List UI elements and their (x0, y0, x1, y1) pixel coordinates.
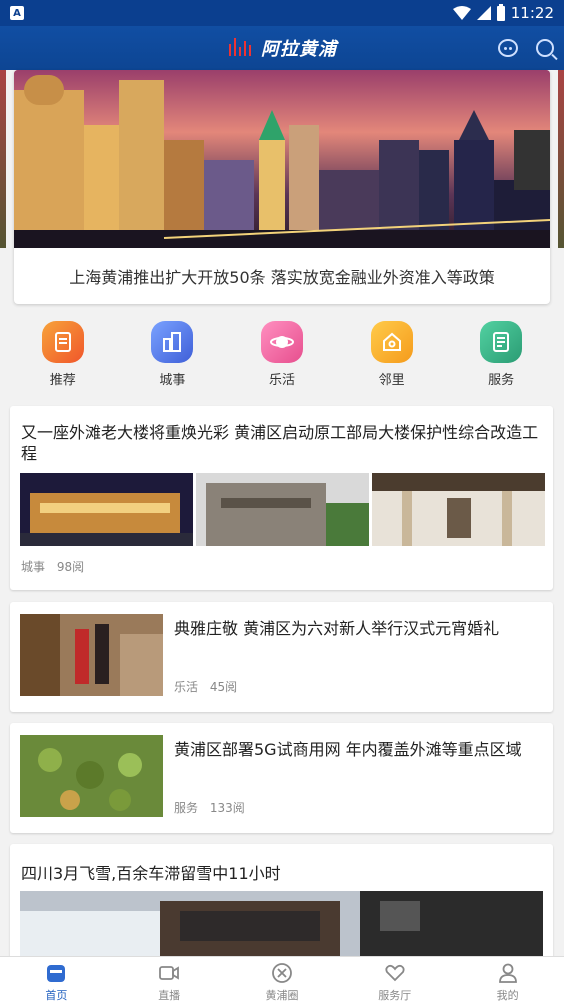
news-category: 城事 (21, 560, 46, 574)
tab-huangpu-circle[interactable]: 黄浦圈 (242, 957, 322, 1004)
category-label: 服务 (488, 373, 515, 388)
category-item-recommend[interactable]: 推荐 (23, 316, 103, 392)
signal-icon (476, 6, 491, 20)
wifi-icon (452, 6, 471, 20)
tab-label: 我的 (496, 989, 519, 1002)
news-title[interactable]: 又一座外滩老大楼将重焕光彩 黄浦区启动原工部局大楼保护性综合改造工程 (21, 422, 543, 464)
news-category: 服务 (174, 801, 199, 815)
notepad-icon (480, 321, 523, 363)
app-title: 阿拉黄浦 (261, 39, 337, 60)
news-reads: 45阅 (209, 680, 238, 694)
news-reads: 98阅 (56, 560, 85, 574)
banner-card[interactable]: 上海黄浦推出扩大开放50条 落实放宽金融业外资准入等政策 (14, 70, 550, 304)
news-card[interactable]: 黄浦区部署5G试商用网 年内覆盖外滩等重点区域 服务 133阅 (10, 723, 553, 833)
status-bar: A 11:22 (0, 0, 564, 26)
document-icon (41, 321, 84, 363)
heart-hands-icon (385, 964, 405, 982)
home-icon (370, 321, 413, 363)
category-label: 推荐 (49, 373, 76, 388)
news-thumbnail (20, 614, 163, 696)
category-label: 城事 (159, 373, 186, 388)
news-title[interactable]: 典雅庄敬 黄浦区为六对新人举行汉式元宵婚礼 (174, 618, 544, 639)
tab-label: 首页 (45, 989, 68, 1002)
category-item-service[interactable]: 服务 (461, 316, 541, 392)
tab-service-hall[interactable]: 服务厅 (355, 957, 435, 1004)
banner-peek-right (558, 70, 564, 248)
news-thumbnail (20, 735, 163, 817)
tab-label: 直播 (158, 989, 181, 1002)
news-card[interactable]: 四川3月飞雪,百余车滞留雪中11小时 (10, 844, 553, 964)
battery-icon (496, 3, 505, 21)
compass-icon (272, 963, 292, 983)
chat-icon[interactable] (498, 39, 518, 57)
news-title[interactable]: 黄浦区部署5G试商用网 年内覆盖外滩等重点区域 (174, 739, 544, 760)
category-label: 乐活 (268, 373, 295, 388)
tab-live[interactable]: 直播 (129, 957, 209, 1004)
news-reads: 133阅 (209, 801, 245, 815)
tab-label: 服务厅 (378, 989, 412, 1002)
status-time: 11:22 (510, 4, 554, 22)
banner-caption[interactable]: 上海黄浦推出扩大开放50条 落实放宽金融业外资准入等政策 (14, 248, 550, 304)
app-header: 阿拉黄浦 (0, 26, 564, 70)
category-nav: 推荐 城事 乐活 邻里 服务 (0, 316, 564, 392)
home-tab-icon (47, 965, 66, 982)
search-icon[interactable] (536, 39, 554, 57)
category-label: 邻里 (378, 373, 405, 388)
tab-home[interactable]: 首页 (16, 957, 96, 1004)
video-icon (159, 966, 180, 980)
building-icon (151, 321, 194, 363)
news-thumbnail (20, 473, 193, 546)
user-icon (498, 963, 517, 983)
tab-profile[interactable]: 我的 (468, 957, 548, 1004)
tab-label: 黄浦圈 (265, 989, 299, 1002)
news-category: 乐活 (174, 680, 199, 694)
bottom-nav: 首页 直播 黄浦圈 服务厅 我的 (0, 956, 564, 1004)
app-notification-icon: A (10, 6, 24, 20)
app-logo: 阿拉黄浦 (227, 35, 337, 61)
planet-icon (260, 321, 303, 363)
banner-image (14, 70, 550, 248)
category-item-life[interactable]: 乐活 (242, 316, 322, 392)
news-thumbnail (196, 473, 369, 546)
category-item-neighbor[interactable]: 邻里 (352, 316, 432, 392)
news-thumbnail (372, 473, 545, 546)
banner-peek-left (0, 70, 6, 248)
banner-carousel[interactable]: 上海黄浦推出扩大开放50条 落实放宽金融业外资准入等政策 (0, 70, 564, 308)
news-card[interactable]: 又一座外滩老大楼将重焕光彩 黄浦区启动原工部局大楼保护性综合改造工程 城事 98… (10, 406, 553, 590)
category-item-city[interactable]: 城事 (132, 316, 212, 392)
news-thumbnail (20, 891, 543, 957)
news-title[interactable]: 四川3月飞雪,百余车滞留雪中11小时 (21, 860, 281, 884)
news-card[interactable]: 典雅庄敬 黄浦区为六对新人举行汉式元宵婚礼 乐活 45阅 (10, 602, 553, 712)
logo-mark-icon (227, 38, 255, 58)
